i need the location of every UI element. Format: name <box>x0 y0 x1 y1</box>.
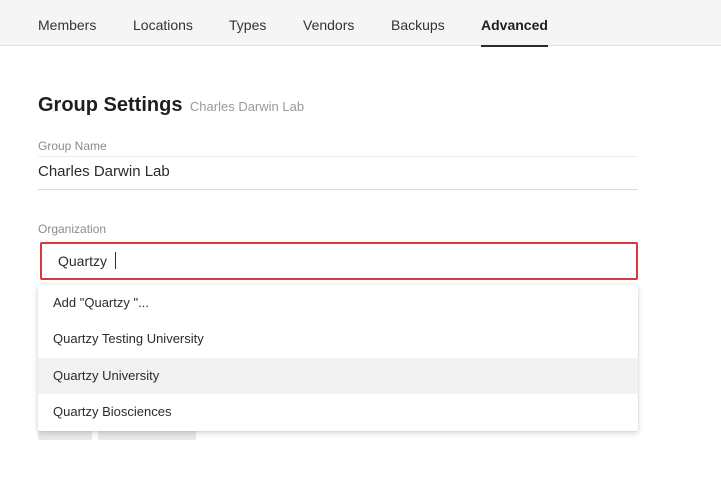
organization-input[interactable]: Quartzy <box>40 242 638 280</box>
page-subtitle: Charles Darwin Lab <box>189 99 305 114</box>
organization-input-value: Quartzy <box>58 253 111 269</box>
tab-types[interactable]: Types <box>229 0 266 46</box>
dropdown-option-highlighted[interactable]: Quartzy University <box>38 358 638 394</box>
organization-label: Organization <box>38 222 107 236</box>
group-name-label: Group Name <box>38 139 107 153</box>
dropdown-option[interactable]: Quartzy Biosciences <box>38 394 638 430</box>
organization-suggestions-dropdown: Add "Quartzy "... Quartzy Testing Univer… <box>38 285 638 431</box>
dropdown-option[interactable]: Quartzy Testing University <box>38 321 638 357</box>
tab-members[interactable]: Members <box>38 0 96 46</box>
settings-tab-bar: Members Locations Types Vendors Backups … <box>0 0 721 47</box>
section-header: Group Settings Charles Darwin Lab <box>38 94 304 117</box>
tab-vendors[interactable]: Vendors <box>303 0 354 46</box>
page-title: Group Settings <box>38 94 183 116</box>
tab-backups[interactable]: Backups <box>391 0 445 46</box>
tab-locations[interactable]: Locations <box>133 0 193 46</box>
tab-advanced[interactable]: Advanced <box>481 0 548 47</box>
text-cursor <box>114 252 116 270</box>
group-name-field[interactable]: Charles Darwin Lab <box>38 156 638 190</box>
dropdown-option-add-new[interactable]: Add "Quartzy "... <box>38 285 638 321</box>
